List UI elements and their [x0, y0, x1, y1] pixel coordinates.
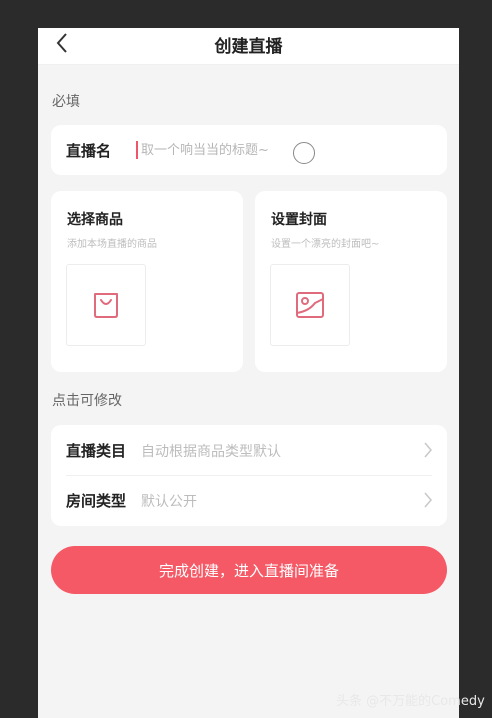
image-icon [296, 292, 324, 318]
text-cursor [136, 141, 138, 159]
add-product-box[interactable] [66, 264, 146, 346]
shopping-bag-icon [94, 293, 118, 318]
add-cover-box[interactable] [270, 264, 350, 346]
settings-card: 直播类目 自动根据商品类型默认 房间类型 默认公开 [51, 425, 447, 526]
chevron-right-icon [424, 442, 432, 458]
title-field-label: 直播名 [66, 142, 112, 160]
category-row[interactable]: 直播类目 自动根据商品类型默认 [51, 425, 447, 476]
app-screen: 创建直播 必填 直播名 选择商品 添加本场直播的商品 设置封面 设置一个漂亮的封… [38, 28, 459, 718]
chevron-right-icon [424, 492, 432, 508]
set-cover-subtitle: 设置一个漂亮的封面吧~ [271, 239, 380, 250]
set-cover-title: 设置封面 [271, 212, 327, 228]
page-title: 创建直播 [214, 37, 283, 57]
watermark: 头条 @不万能的Comedy [336, 694, 485, 709]
set-cover-card[interactable]: 设置封面 设置一个漂亮的封面吧~ [255, 191, 447, 372]
circle-icon [293, 142, 315, 164]
required-section-label: 必填 [52, 94, 80, 110]
category-value: 自动根据商品类型默认 [141, 444, 281, 460]
category-label: 直播类目 [66, 442, 127, 460]
room-type-row[interactable]: 房间类型 默认公开 [51, 475, 447, 525]
title-field-card: 直播名 [51, 125, 447, 175]
nav-bar: 创建直播 [38, 28, 459, 65]
select-product-title: 选择商品 [67, 212, 123, 228]
create-live-button[interactable]: 完成创建，进入直播间准备 [51, 546, 447, 594]
stream-title-input[interactable] [141, 134, 311, 166]
room-type-label: 房间类型 [66, 492, 127, 510]
select-product-subtitle: 添加本场直播的商品 [67, 239, 157, 250]
room-type-value: 默认公开 [141, 494, 197, 510]
editable-section-label: 点击可修改 [52, 393, 122, 409]
select-product-card[interactable]: 选择商品 添加本场直播的商品 [51, 191, 243, 372]
